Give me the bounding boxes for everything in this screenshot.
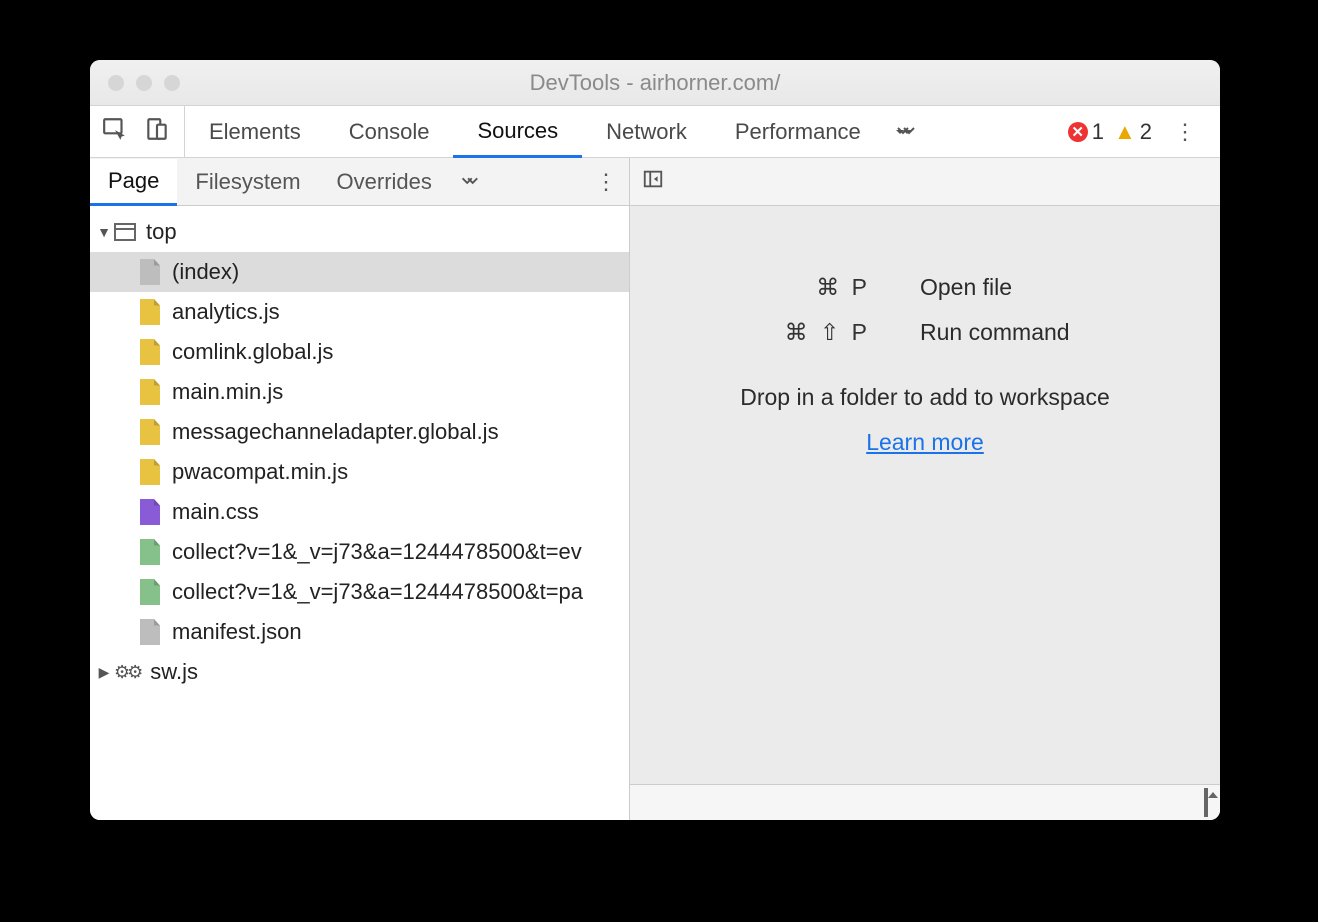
tree-file[interactable]: collect?v=1&_v=j73&a=1244478500&t=ev	[90, 532, 629, 572]
tree-file[interactable]: collect?v=1&_v=j73&a=1244478500&t=pa	[90, 572, 629, 612]
disclosure-triangle-icon[interactable]: ▼	[94, 224, 114, 240]
file-tree: ▼ top (index) analytics.js c	[90, 206, 629, 820]
error-icon: ✕	[1068, 122, 1088, 142]
file-icon	[140, 299, 160, 325]
drop-folder-text: Drop in a folder to add to workspace	[740, 384, 1109, 411]
tab-performance[interactable]: Performance	[711, 106, 885, 157]
tree-label: comlink.global.js	[172, 339, 333, 365]
more-tabs-chevron-icon[interactable]	[885, 106, 925, 157]
tree-label: messagechanneladapter.global.js	[172, 419, 499, 445]
tree-label: (index)	[172, 259, 239, 285]
device-toolbar-icon[interactable]	[144, 116, 170, 148]
subtab-filesystem[interactable]: Filesystem	[177, 158, 318, 205]
inspect-element-icon[interactable]	[102, 116, 128, 148]
settings-kebab-icon[interactable]: ⋮	[1162, 115, 1208, 149]
warning-count-badge[interactable]: ▲ 2	[1114, 119, 1152, 145]
warning-count: 2	[1140, 119, 1152, 145]
tree-frame-top[interactable]: ▼ top	[90, 212, 629, 252]
editor-footer	[630, 784, 1220, 820]
collapse-navigator-icon[interactable]	[642, 168, 664, 196]
file-icon	[140, 579, 160, 605]
editor-placeholder: ⌘ P Open file ⌘ ⇧ P Run command Drop in …	[630, 206, 1220, 784]
tree-label: collect?v=1&_v=j73&a=1244478500&t=pa	[172, 579, 583, 605]
editor-tabbar	[630, 158, 1220, 206]
warning-icon: ▲	[1114, 119, 1136, 145]
learn-more-link[interactable]: Learn more	[866, 429, 984, 456]
tree-service-worker[interactable]: ▶ ⚙⚙ sw.js	[90, 652, 629, 692]
tab-network[interactable]: Network	[582, 106, 711, 157]
error-count-badge[interactable]: ✕ 1	[1068, 119, 1104, 145]
tree-label: collect?v=1&_v=j73&a=1244478500&t=ev	[172, 539, 582, 565]
titlebar: DevTools - airhorner.com/	[90, 60, 1220, 106]
gear-icon: ⚙⚙	[114, 662, 140, 683]
shortcut-label: Open file	[920, 274, 1120, 301]
shortcut-label: Run command	[920, 319, 1120, 346]
sources-panel-body: Page Filesystem Overrides ⋮ ▼ top	[90, 158, 1220, 820]
tree-label: analytics.js	[172, 299, 280, 325]
subtab-overrides[interactable]: Overrides	[319, 158, 450, 205]
window-title: DevTools - airhorner.com/	[90, 70, 1220, 96]
tree-file[interactable]: main.min.js	[90, 372, 629, 412]
tree-label: pwacompat.min.js	[172, 459, 348, 485]
disclosure-triangle-icon[interactable]: ▶	[94, 664, 114, 681]
tree-file[interactable]: analytics.js	[90, 292, 629, 332]
editor-pane: ⌘ P Open file ⌘ ⇧ P Run command Drop in …	[630, 158, 1220, 820]
error-count: 1	[1092, 119, 1104, 145]
shortcut-keys: ⌘ P	[730, 274, 870, 301]
tree-file[interactable]: manifest.json	[90, 612, 629, 652]
tab-elements[interactable]: Elements	[185, 106, 325, 157]
tree-file[interactable]: pwacompat.min.js	[90, 452, 629, 492]
devtools-window: DevTools - airhorner.com/ Elements Conso…	[90, 60, 1220, 820]
tab-sources[interactable]: Sources	[453, 106, 582, 158]
file-icon	[140, 379, 160, 405]
tree-label: sw.js	[150, 659, 198, 685]
file-icon	[140, 539, 160, 565]
navigator-tabs: Page Filesystem Overrides ⋮	[90, 158, 629, 206]
shortcut-keys: ⌘ ⇧ P	[730, 319, 870, 346]
tree-label: manifest.json	[172, 619, 302, 645]
frame-icon	[114, 223, 136, 241]
close-window-button[interactable]	[108, 75, 124, 91]
main-panel-tabs: Elements Console Sources Network Perform…	[90, 106, 1220, 158]
more-subtabs-chevron-icon[interactable]	[450, 171, 488, 193]
zoom-window-button[interactable]	[164, 75, 180, 91]
tree-label: main.min.js	[172, 379, 283, 405]
tree-file[interactable]: main.css	[90, 492, 629, 532]
tree-file[interactable]: messagechanneladapter.global.js	[90, 412, 629, 452]
tab-console[interactable]: Console	[325, 106, 454, 157]
file-icon	[140, 419, 160, 445]
subtab-page[interactable]: Page	[90, 159, 177, 206]
file-icon	[140, 499, 160, 525]
tree-file[interactable]: (index)	[90, 252, 629, 292]
file-icon	[140, 619, 160, 645]
drawer-toggle-icon[interactable]	[1204, 790, 1208, 816]
traffic-lights	[90, 75, 180, 91]
minimize-window-button[interactable]	[136, 75, 152, 91]
tree-label: top	[146, 219, 177, 245]
navigator-kebab-icon[interactable]: ⋮	[583, 165, 629, 199]
file-icon	[140, 459, 160, 485]
navigator-pane: Page Filesystem Overrides ⋮ ▼ top	[90, 158, 630, 820]
file-icon	[140, 339, 160, 365]
file-icon	[140, 259, 160, 285]
tree-label: main.css	[172, 499, 259, 525]
tree-file[interactable]: comlink.global.js	[90, 332, 629, 372]
tab-strip: Elements Console Sources Network Perform…	[185, 106, 1056, 157]
